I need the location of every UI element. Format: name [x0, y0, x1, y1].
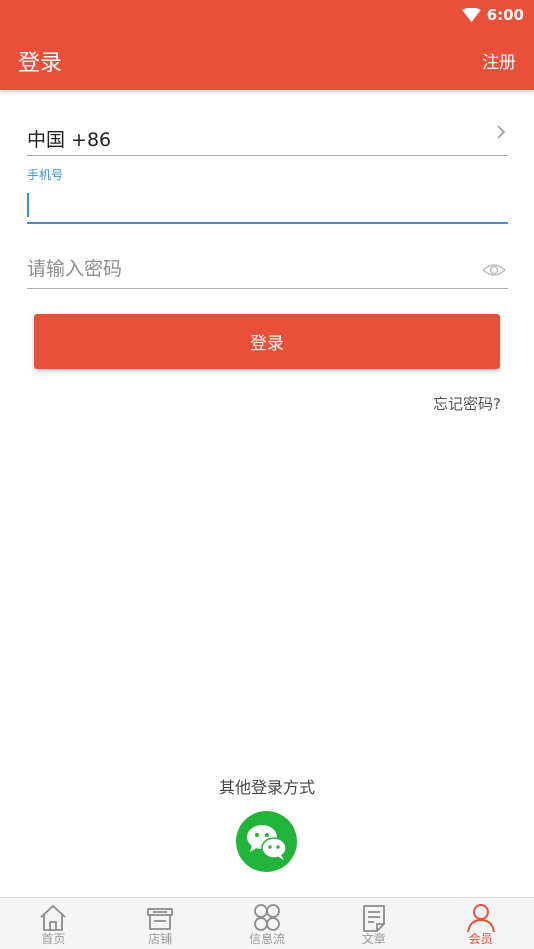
nav-item-home[interactable]: 首页	[0, 898, 107, 949]
shop-icon	[147, 908, 174, 930]
status-time: 6:00	[486, 6, 524, 24]
app-bar: 6:00 登录 注册	[0, 0, 534, 90]
feed-icon	[254, 904, 280, 931]
password-field[interactable]	[27, 250, 508, 289]
login-button[interactable]: 登录	[34, 314, 500, 369]
nav-label-member: 会员	[468, 932, 493, 946]
country-code-label: 中国 +86	[27, 129, 112, 151]
nav-label-article: 文章	[361, 932, 386, 946]
password-input[interactable]	[27, 252, 467, 286]
other-login-title: 其他登录方式	[218, 778, 315, 797]
nav-label-feed: 信息流	[248, 932, 285, 946]
register-button[interactable]: 注册	[482, 48, 516, 73]
chevron-right-icon	[497, 125, 506, 139]
phone-input[interactable]	[27, 188, 508, 222]
nav-label-home: 首页	[41, 932, 66, 946]
bottom-navigation: 首页 店铺 信息流 文章 会员	[0, 897, 534, 949]
login-screen: 6:00 登录 注册 中国 +86 手机号 登录 忘记密码? 其他登录方式 首页…	[0, 0, 534, 949]
wifi-icon	[461, 7, 481, 22]
country-code-selector[interactable]: 中国 +86	[27, 118, 508, 156]
nav-item-member[interactable]: 会员	[427, 898, 534, 949]
article-icon	[362, 905, 385, 932]
nav-item-shop[interactable]: 店铺	[107, 898, 214, 949]
wechat-login-button[interactable]	[236, 811, 297, 872]
forgot-password-link[interactable]: 忘记密码?	[433, 393, 501, 414]
page-title: 登录	[18, 51, 63, 76]
nav-label-shop: 店铺	[148, 932, 173, 946]
phone-field[interactable]	[27, 188, 508, 224]
eye-icon[interactable]	[482, 261, 506, 279]
nav-item-feed[interactable]: 信息流	[214, 898, 321, 949]
nav-item-article[interactable]: 文章	[320, 898, 427, 949]
wechat-icon	[246, 824, 287, 860]
status-bar: 6:00	[461, 5, 524, 25]
phone-field-label: 手机号	[27, 168, 64, 182]
home-icon	[40, 905, 66, 931]
member-icon	[466, 904, 495, 933]
